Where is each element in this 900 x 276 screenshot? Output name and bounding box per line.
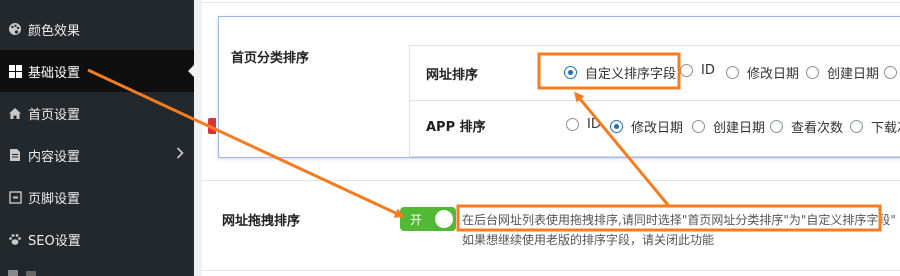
sidebar-item-color-effects[interactable]: 颜色效果 — [0, 8, 194, 50]
drag-sort-toggle[interactable]: 开 — [400, 207, 456, 231]
radio-button[interactable] — [770, 120, 783, 133]
divider — [202, 180, 900, 181]
radio-label: 创建日期 — [827, 67, 880, 82]
radio-label: 修改日期 — [631, 121, 684, 136]
sidebar-item-content-settings[interactable]: 内容设置 — [0, 134, 194, 176]
sort-options-table: 网址排序 自定义排序字段 ID 修改日期 创建日期 点 — [409, 45, 900, 157]
grid-icon — [0, 64, 26, 78]
sidebar-item-cut-off — [0, 264, 194, 276]
setting-description-secondary: 如果想继续使用老版的排序字段，请关闭此功能 — [462, 233, 715, 247]
sidebar-item-label: 首页设置 — [28, 107, 81, 123]
sidebar-item-basic-settings[interactable]: 基础设置 — [0, 50, 195, 92]
chevron-right-icon — [176, 147, 184, 163]
radio-label: ID — [701, 63, 715, 78]
sidebar-item-seo-settings[interactable]: SEO设置 — [0, 218, 194, 260]
radio-button[interactable] — [680, 64, 693, 77]
divider — [202, 270, 900, 271]
admin-sidebar: 颜色效果 基础设置 首页设置 内容设置 页脚设置 SEO设置 — [0, 0, 195, 276]
setting-description: 在后台网址列表使用拖拽排序,请同时选择"首页网址分类排序"为"自定义排序字段" — [462, 213, 896, 227]
radio-label: 自定义排序字段 — [585, 67, 677, 82]
row-divider — [410, 100, 900, 101]
row-label-app-sort: APP 排序 — [426, 120, 486, 135]
footer-icon — [0, 190, 26, 204]
radio-download-count[interactable]: 下载次 — [850, 117, 900, 136]
notification-badge — [208, 118, 216, 134]
sidebar-item-footer-settings[interactable]: 页脚设置 — [0, 176, 194, 218]
home-icon — [0, 107, 26, 120]
radio-truncated[interactable]: 点 — [884, 63, 900, 82]
sidebar-item-label: 页脚设置 — [28, 191, 81, 207]
radio-custom-sort-field[interactable]: 自定义排序字段 — [564, 63, 676, 82]
radio-button[interactable] — [566, 118, 579, 131]
radio-modified-date[interactable]: 修改日期 — [726, 63, 799, 82]
main-content: 首页分类排序 网址排序 自定义排序字段 ID 修改日期 创建日期 APP 排序 … — [194, 0, 900, 276]
radio-label: 查看次数 — [791, 121, 844, 136]
paw-icon — [0, 233, 26, 246]
radio-button[interactable] — [564, 66, 577, 79]
radio-button[interactable] — [884, 66, 897, 79]
sidebar-item-label: 基础设置 — [28, 65, 81, 81]
sidebar-item-home-settings[interactable]: 首页设置 — [0, 92, 194, 134]
setting-label-drag-sort: 网址拖拽排序 — [222, 214, 301, 229]
radio-label: 下载次 — [871, 121, 900, 136]
document-icon — [0, 148, 26, 162]
category-sort-card: 首页分类排序 网址排序 自定义排序字段 ID 修改日期 创建日期 APP 排序 … — [218, 16, 900, 158]
row-label-url-sort: 网址排序 — [426, 68, 479, 83]
radio-label: 修改日期 — [747, 67, 800, 82]
radio-modified-date[interactable]: 修改日期 — [610, 117, 683, 136]
radio-view-count[interactable]: 查看次数 — [770, 117, 843, 136]
sidebar-item-label: SEO设置 — [28, 233, 81, 249]
radio-label: 创建日期 — [713, 121, 766, 136]
radio-created-date[interactable]: 创建日期 — [806, 63, 879, 82]
toggle-knob — [435, 210, 453, 228]
radio-button[interactable] — [850, 120, 863, 133]
radio-label: ID — [587, 117, 601, 132]
toggle-label: 开 — [410, 212, 423, 227]
radio-button[interactable] — [692, 120, 705, 133]
radio-created-date[interactable]: 创建日期 — [692, 117, 765, 136]
card-title: 首页分类排序 — [231, 51, 310, 66]
divider — [202, 2, 900, 3]
palette-icon — [0, 22, 26, 36]
radio-button[interactable] — [806, 66, 819, 79]
radio-id[interactable]: ID — [680, 63, 715, 78]
radio-id[interactable]: ID — [566, 117, 601, 132]
radio-button[interactable] — [610, 120, 623, 133]
radio-button[interactable] — [726, 66, 739, 79]
sidebar-item-label: 颜色效果 — [28, 23, 81, 39]
sidebar-item-label: 内容设置 — [28, 149, 81, 165]
